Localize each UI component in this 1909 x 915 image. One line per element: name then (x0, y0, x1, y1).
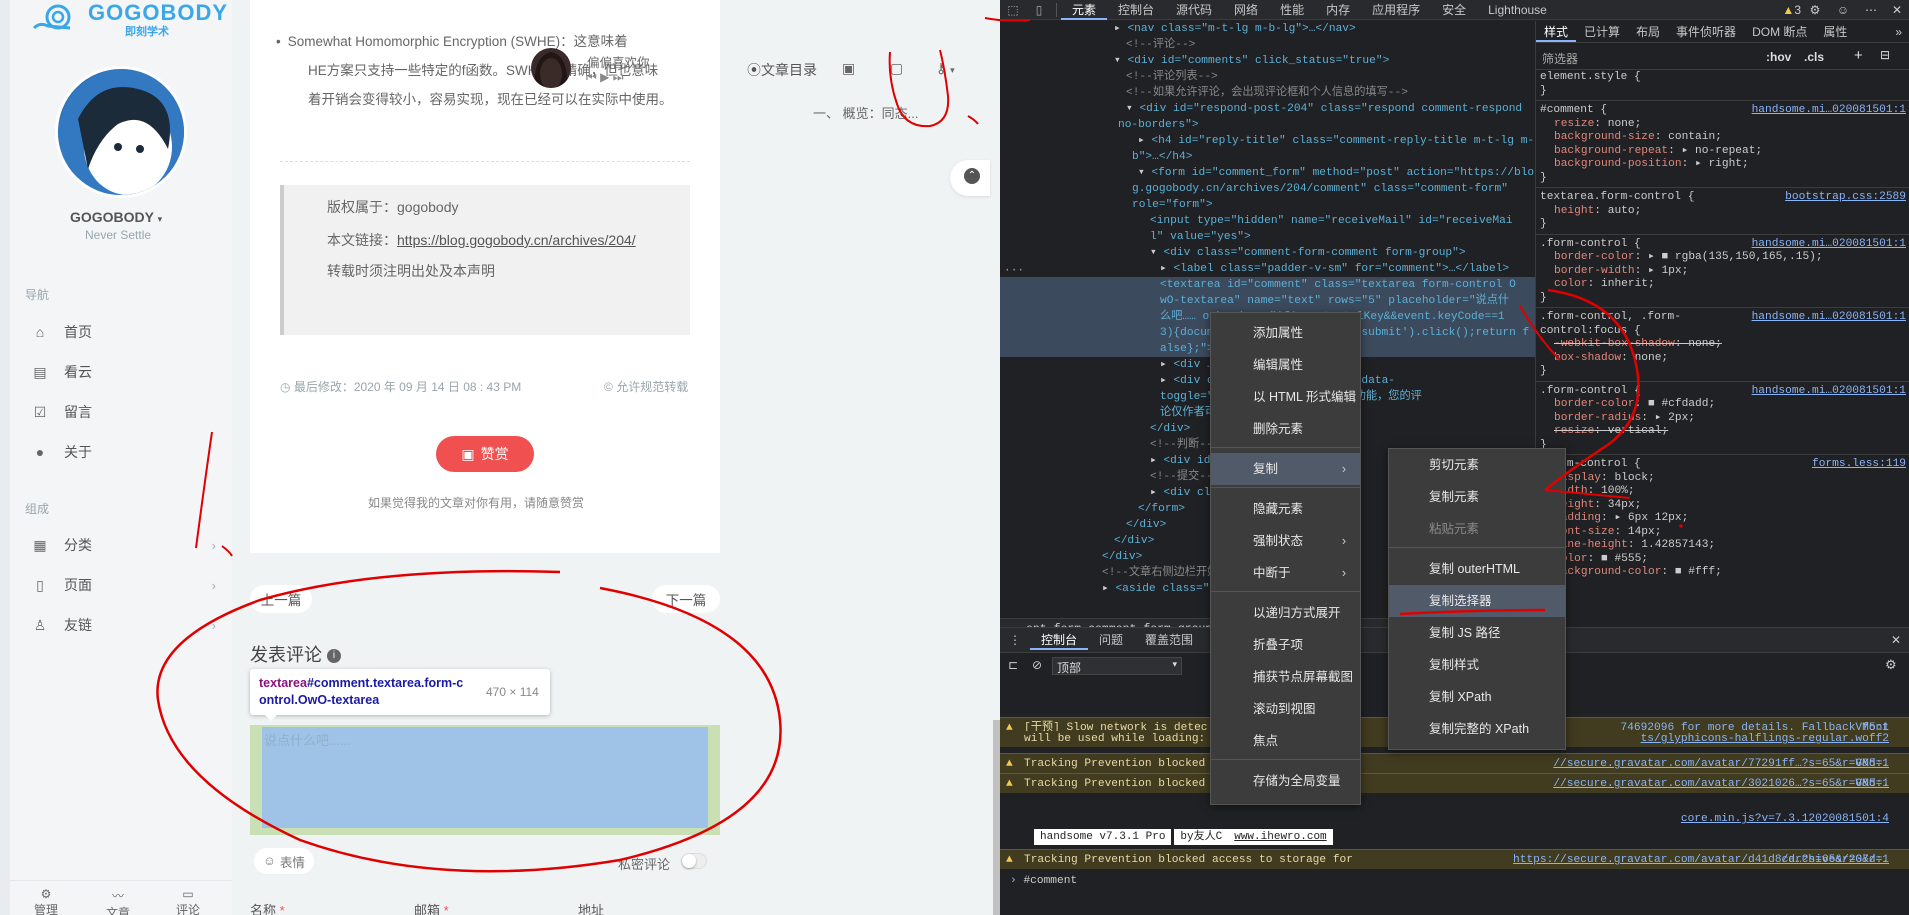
screenshot-root: GOGOBODY 即刻学术 ◔ ▾ ⌕ GOGOBODY ▾ Never Set… (0, 0, 1909, 915)
red-annotation-strokes (156, 17, 1683, 873)
